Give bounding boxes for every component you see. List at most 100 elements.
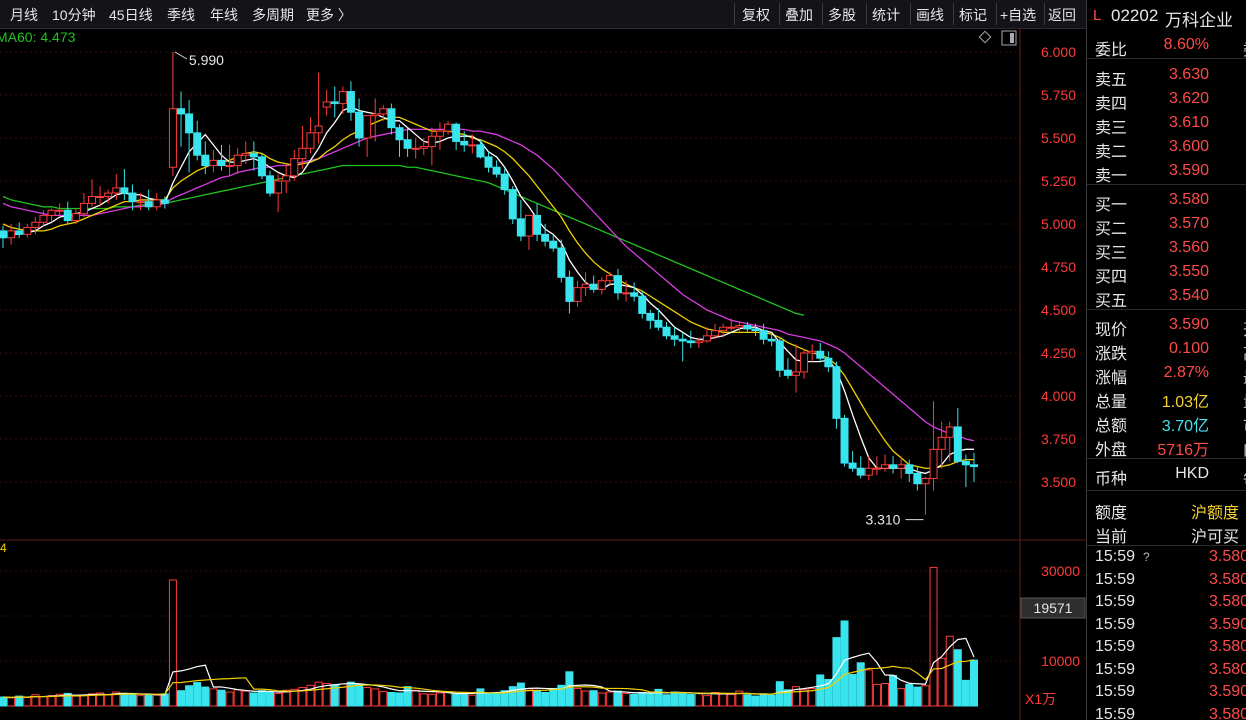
multi-stock-button[interactable]: 多股 (828, 5, 856, 25)
draw-line-button[interactable]: 画线 (916, 5, 944, 25)
candle-down (201, 154, 210, 167)
quote-row-label: 外盘 (1095, 442, 1128, 459)
quote-row: 卖四 3.620 (1087, 88, 1246, 113)
toolbar-divider (953, 3, 954, 25)
candle-up (581, 283, 590, 289)
panel-divider (1087, 309, 1246, 310)
period-tab-45day[interactable]: 45日线 (109, 5, 153, 25)
quote-row: 总量1.03亿量 (1087, 386, 1246, 411)
quote-row: 买三 3.560 (1087, 237, 1246, 262)
candle-up (427, 135, 436, 148)
candle-up (444, 123, 453, 132)
quote-row-label: 现价 (1095, 322, 1128, 339)
period-tab-year[interactable]: 年线 (210, 5, 238, 25)
candle-down (751, 328, 760, 332)
quote-row-value: 3.580 (1168, 191, 1209, 208)
add-watchlist-button[interactable]: +自选 (1000, 5, 1036, 25)
candle-down (15, 230, 24, 235)
quote-panel: L 02202 万科企业 委比8.60%委卖五3.630卖四3.620卖三3.6… (1086, 0, 1246, 720)
candle-down (508, 189, 517, 220)
candle-down (824, 357, 833, 368)
quote-row-value: 3.590 (1168, 162, 1209, 179)
volume-bar-down (613, 690, 622, 707)
volume-bar-down (160, 693, 169, 707)
quote-row-value: 沪额度 (1191, 505, 1240, 522)
candle-up (371, 113, 380, 117)
quote-row-value: 3.600 (1168, 138, 1209, 155)
adjust-button[interactable]: 复权 (742, 5, 770, 25)
candle-up (468, 144, 477, 147)
volume-bar-down (832, 637, 841, 707)
tick-price: 3.590 (1209, 683, 1246, 700)
quote-row-label: 买三 (1095, 245, 1128, 262)
quote-row-value: 沪可买 (1191, 529, 1240, 546)
candle-up (274, 180, 283, 194)
tick-price: 3.590 (1209, 615, 1246, 633)
candle-down (970, 464, 978, 468)
tick-price: 3.580 (1209, 548, 1246, 565)
volume-bar-down (743, 694, 752, 707)
period-tab-multi[interactable]: 多周期 (252, 5, 294, 25)
period-tab-10min[interactable]: 10分钟 (52, 5, 96, 25)
tick-row: 15:59 3.590 (1087, 615, 1246, 637)
volume-bar-down (185, 685, 194, 707)
statistics-button[interactable]: 统计 (872, 5, 900, 25)
candle-down (670, 335, 679, 340)
volume-bar-down (257, 690, 266, 707)
candle-down (816, 350, 825, 359)
quote-row: 买五 3.540 (1087, 285, 1246, 310)
volume-bar-down (0, 696, 7, 707)
quote-row-value: 8.60% (1163, 36, 1209, 53)
candle-up (112, 187, 121, 194)
candle-up (322, 101, 331, 108)
quote-row: 总额3.70亿市 (1087, 410, 1246, 435)
period-tab-quarter[interactable]: 季线 (167, 5, 195, 25)
kline-chart[interactable]: 6.000 5.750 5.500 5.250 5.000 4.750 4.500 4.250… (0, 0, 1086, 720)
candle-up (39, 214, 48, 223)
quote-row-label: 涨跌 (1095, 346, 1128, 363)
candle-down (460, 140, 469, 146)
candle-up (233, 154, 242, 167)
tick-time: 15:59 (1095, 570, 1136, 588)
tick-row: 15:59 3.580 (1087, 637, 1246, 659)
candle-down (249, 152, 258, 158)
quote-row-label: 卖二 (1095, 144, 1128, 161)
stock-header: L 02202 万科企业 (1087, 0, 1246, 32)
candle-up (929, 448, 938, 480)
quote-row: 买四 3.550 (1087, 261, 1246, 286)
mark-button[interactable]: 标记 (959, 5, 987, 25)
tick-price: 3.580 (1209, 570, 1246, 588)
panel-divider (1087, 58, 1246, 59)
quote-row-label: 涨幅 (1095, 370, 1128, 387)
candle-down (654, 319, 663, 328)
ma60-legend: MA60: 4.473 (0, 29, 76, 45)
quote-row-value: 0.100 (1168, 340, 1209, 357)
candle-down (452, 123, 461, 142)
candle-up (241, 152, 250, 156)
overlay-button[interactable]: 叠加 (785, 5, 813, 25)
period-tab-more[interactable]: 更多 〉 (306, 5, 352, 25)
tick-time: 15:59 (1095, 615, 1136, 633)
quote-row-label: 买一 (1095, 197, 1128, 214)
quote-row-label: 总量 (1095, 394, 1128, 411)
quote-row: 现价3.590开 (1087, 314, 1246, 339)
quote-row-label: 总额 (1095, 418, 1128, 435)
back-button[interactable]: 返回 (1048, 5, 1076, 25)
quote-row: 卖二 3.600 (1087, 136, 1246, 161)
candle-down (832, 366, 841, 419)
tick-time: 15:59 (1095, 660, 1136, 678)
quote-row-value: 3.570 (1168, 215, 1209, 232)
candle-down (533, 214, 542, 235)
quote-row-value: 3.70亿 (1161, 418, 1209, 435)
period-tab-month[interactable]: 月线 (10, 5, 38, 25)
candle-down (0, 230, 7, 239)
volume-bar-down (961, 679, 970, 707)
quote-row-value: 1.03亿 (1161, 394, 1209, 411)
low-price-label: 3.310 (865, 512, 900, 528)
candle-up (225, 165, 234, 168)
candle-down (743, 324, 752, 330)
volume-bar-down (767, 694, 776, 707)
candle-down (346, 91, 355, 113)
tick-row: 15:59 3.580 (1087, 570, 1246, 592)
candle-up (727, 326, 736, 329)
